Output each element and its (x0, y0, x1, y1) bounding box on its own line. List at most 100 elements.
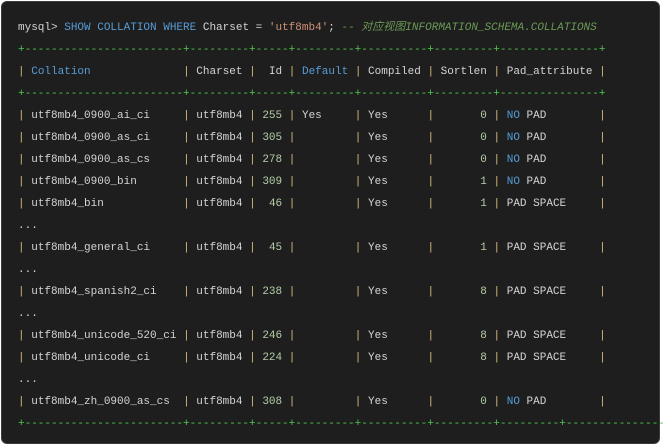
sql-keywords: SHOW COLLATION WHERE (64, 22, 197, 34)
table-cell: NO PAD (506, 396, 547, 408)
column-divider: | (183, 132, 190, 144)
table-cell: utf8mb4 (196, 396, 243, 408)
table-cell: PAD SPACE (506, 330, 567, 342)
column-divider: | (427, 286, 435, 298)
column-divider: | (599, 286, 606, 298)
column-divider: | (288, 198, 296, 210)
column-divider: | (493, 66, 501, 78)
table-row: | utf8mb4_bin | utf8mb4 | 46 | | Yes | 1… (18, 193, 663, 215)
table-cell: 1 (480, 176, 487, 188)
terminal-window: mysql> SHOW COLLATION WHERE Charset = 'u… (1, 1, 663, 444)
table-cell: utf8mb4 (196, 198, 243, 210)
ellipsis-line: ... (18, 308, 38, 320)
column-divider: | (249, 110, 256, 122)
table-row: | utf8mb4_general_ci | utf8mb4 | 45 | | … (18, 237, 663, 259)
pad-no-keyword: NO (506, 154, 520, 166)
column-divider: | (427, 242, 435, 254)
table-cell: utf8mb4_0900_ai_ci (31, 110, 151, 122)
table-cell: 278 (262, 154, 283, 166)
column-divider: | (288, 66, 296, 78)
column-divider: | (18, 396, 25, 408)
column-divider: | (427, 154, 435, 166)
column-divider: | (249, 132, 256, 144)
table-cell: Yes (368, 110, 388, 122)
table-cell: 0 (480, 396, 487, 408)
table-cell: utf8mb4 (196, 132, 243, 144)
column-divider: | (183, 286, 190, 298)
table-cell: 308 (262, 396, 283, 408)
column-divider: | (18, 132, 25, 144)
table-cell: 0 (480, 154, 487, 166)
column-divider: | (354, 286, 362, 298)
column-divider: | (427, 198, 435, 210)
table-cell: Yes (368, 176, 388, 188)
ellipsis-line: ... (18, 264, 38, 276)
table-cell: utf8mb4_0900_as_cs (31, 154, 151, 166)
table-cell: 309 (262, 176, 283, 188)
column-divider: | (427, 330, 435, 342)
column-divider: | (427, 132, 435, 144)
table-cell: utf8mb4_zh_0900_as_cs (31, 396, 170, 408)
ellipsis-line: ... (18, 220, 38, 232)
column-divider: | (354, 176, 362, 188)
column-divider: | (249, 154, 256, 166)
table-cell: Yes (368, 286, 388, 298)
column-divider: | (354, 396, 362, 408)
table-cell: 1 (480, 198, 487, 210)
column-divider: | (493, 242, 501, 254)
column-header-id: Id (268, 66, 283, 78)
column-divider: | (18, 242, 25, 254)
column-header-default: Default (301, 66, 349, 78)
table-cell: utf8mb4_unicode_520_ci (31, 330, 177, 342)
sql-condition: Charset = (196, 22, 269, 34)
table-cell: 8 (480, 330, 487, 342)
table-cell: utf8mb4 (196, 242, 243, 254)
sql-string: 'utf8mb4' (268, 22, 329, 34)
table-cell: PAD SPACE (506, 352, 567, 364)
table-row: | utf8mb4_spanish2_ci | utf8mb4 | 238 | … (18, 281, 663, 303)
table-cell: 0 (480, 110, 487, 122)
column-divider: | (288, 154, 296, 166)
column-divider: | (288, 176, 296, 188)
column-divider: | (599, 352, 606, 364)
table-cell: utf8mb4 (196, 154, 243, 166)
table-cell: 255 (262, 110, 283, 122)
column-divider: | (599, 66, 606, 78)
column-divider: | (249, 242, 256, 254)
column-divider: | (18, 110, 25, 122)
table-separator: +------------------------+---------+----… (18, 418, 663, 430)
pad-no-keyword: NO (506, 176, 520, 188)
column-divider: | (183, 176, 190, 188)
table-cell: utf8mb4 (196, 176, 243, 188)
column-divider: | (599, 132, 606, 144)
command-line: mysql> SHOW COLLATION WHERE Charset = 'u… (18, 17, 663, 39)
column-divider: | (183, 66, 190, 78)
column-divider: | (427, 396, 435, 408)
table-cell: 46 (268, 198, 283, 210)
table-cell: 8 (480, 286, 487, 298)
column-divider: | (493, 176, 501, 188)
table-cell: PAD SPACE (506, 198, 567, 210)
table-row: | utf8mb4_0900_bin | utf8mb4 | 309 | | Y… (18, 171, 663, 193)
column-divider: | (183, 154, 190, 166)
table-cell: NO PAD (506, 176, 547, 188)
table-cell: Yes (301, 110, 322, 122)
column-divider: | (493, 286, 501, 298)
column-divider: | (354, 352, 362, 364)
column-divider: | (18, 352, 25, 364)
column-divider: | (354, 66, 362, 78)
table-cell: Yes (368, 352, 388, 364)
sql-comment: -- 对应视图INFORMATION_SCHEMA.COLLATIONS (334, 22, 597, 34)
column-divider: | (288, 132, 296, 144)
column-divider: | (18, 330, 25, 342)
column-divider: | (18, 176, 25, 188)
column-divider: | (183, 110, 190, 122)
table-header-row: | Collation | Charset | Id | Default | C… (18, 61, 663, 83)
column-divider: | (599, 154, 606, 166)
table-cell: 224 (262, 352, 283, 364)
sql-semicolon: ; (328, 22, 335, 34)
table-cell: utf8mb4_unicode_ci (31, 352, 151, 364)
table-row: | utf8mb4_zh_0900_as_cs | utf8mb4 | 308 … (18, 391, 663, 413)
column-divider: | (599, 198, 606, 210)
column-divider: | (354, 110, 362, 122)
